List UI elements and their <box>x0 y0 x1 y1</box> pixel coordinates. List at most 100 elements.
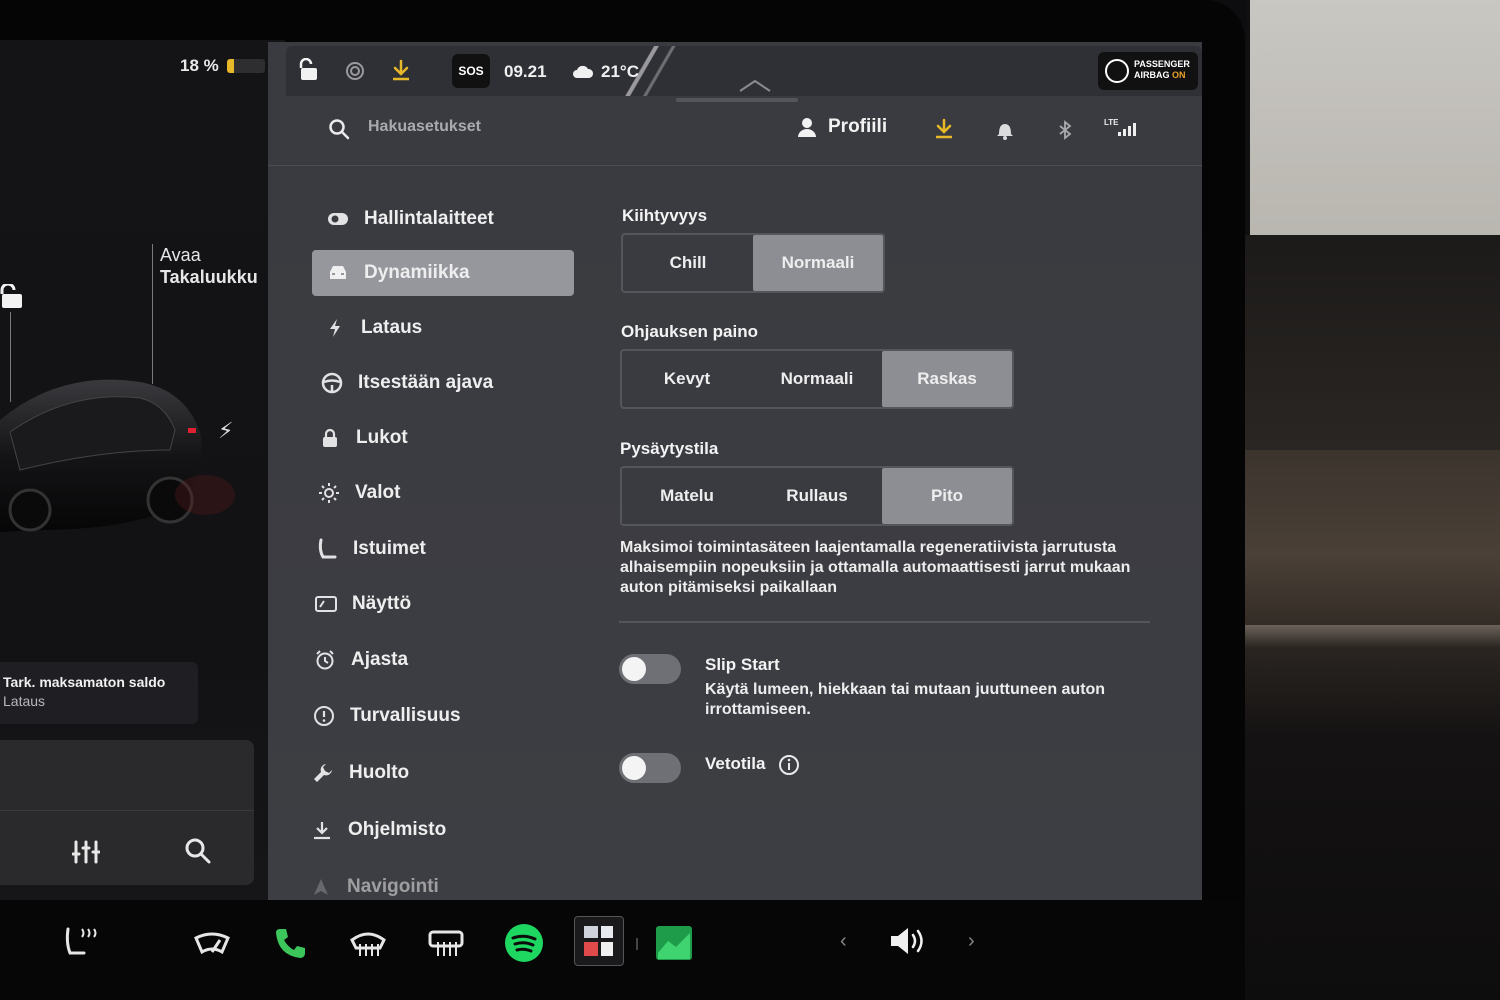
volume-up-chevron-icon[interactable]: › <box>968 930 975 953</box>
download-icon[interactable] <box>934 118 954 140</box>
front-defrost-icon[interactable] <box>344 922 392 964</box>
sidebar-item-label: Näyttö <box>352 593 412 614</box>
media-divider <box>0 810 254 811</box>
seat-heater-icon[interactable] <box>56 922 104 964</box>
acceleration-selector: Chill Normaali <box>621 233 885 293</box>
volume-icon[interactable] <box>888 924 930 958</box>
stop-mode-option-pito[interactable]: Pito <box>882 468 1012 524</box>
wrench-icon <box>297 762 349 784</box>
bluetooth-icon[interactable] <box>1058 120 1072 140</box>
sidebar-item-istuimet[interactable]: Istuimet <box>301 526 563 572</box>
sos-button[interactable]: SOS <box>452 54 490 88</box>
toggle-knob <box>622 657 646 681</box>
user-icon <box>798 118 816 137</box>
sidebar-item-lataus[interactable]: Lataus <box>309 305 571 351</box>
traction-title: Vetotila <box>705 754 766 773</box>
sidebar-item-dynamiikka[interactable]: Dynamiikka <box>312 250 574 296</box>
interior-dashboard <box>1245 235 1500 450</box>
acceleration-title: Kiihtyvyys <box>622 206 708 225</box>
sidebar-item-label: Valot <box>355 482 401 503</box>
profile-button[interactable]: Profiili <box>798 116 887 138</box>
charge-port-bolt-icon[interactable]: ⚡︎ <box>218 418 233 444</box>
sidebar-item-näyttö[interactable]: Näyttö <box>300 581 562 627</box>
sidebar-item-ohjelmisto[interactable]: Ohjelmisto <box>296 807 558 853</box>
steering-selector: Kevyt Normaali Raskas <box>620 349 1014 409</box>
software-update-icon[interactable] <box>390 58 412 82</box>
sun-icon <box>303 482 355 504</box>
open-trunk-button[interactable]: Avaa Takaluukku <box>160 244 258 288</box>
section-divider <box>619 621 1150 623</box>
sidebar-item-label: Hallintalaitteet <box>364 208 494 229</box>
settings-header: Profiili LTE <box>268 104 1202 166</box>
sidebar-item-hallintalaitteet[interactable]: Hallintalaitteet <box>312 196 574 242</box>
profile-label: Profiili <box>828 116 888 137</box>
spotify-icon[interactable] <box>500 922 548 964</box>
search-icon[interactable] <box>328 118 350 140</box>
battery-percent: 18 % <box>180 56 219 75</box>
display-icon <box>300 595 352 613</box>
airbag-line1: PASSENGER <box>1134 59 1190 69</box>
panel-drag-handle[interactable] <box>676 98 798 102</box>
sidebar-item-label: Dynamiikka <box>364 262 470 283</box>
steering-title: Ohjauksen paino <box>621 322 758 341</box>
cellular-signal-icon: LTE <box>1104 118 1138 140</box>
sidebar-item-navigointi[interactable]: Navigointi <box>295 864 557 900</box>
steering-option-raskas[interactable]: Raskas <box>882 351 1012 407</box>
rear-defrost-icon[interactable] <box>422 922 470 964</box>
volume-down-chevron-icon[interactable]: ‹ <box>840 930 847 953</box>
airbag-state: ON <box>1172 70 1186 80</box>
stop-mode-option-rullaus[interactable]: Rullaus <box>752 468 882 524</box>
unlock-icon[interactable] <box>0 284 26 310</box>
slip-start-description: Käytä lumeen, hiekkaan tai mutaan juuttu… <box>705 681 1106 718</box>
equalizer-icon[interactable] <box>72 838 100 866</box>
info-icon[interactable] <box>778 754 800 776</box>
battery-icon <box>226 59 265 73</box>
steering-option-normaali[interactable]: Normaali <box>752 351 882 407</box>
stop-mode-selector: Matelu Rullaus Pito <box>620 466 1014 526</box>
sidebar-item-label: Navigointi <box>347 876 439 897</box>
sidebar-item-label: Lataus <box>361 317 423 338</box>
phone-icon[interactable] <box>266 922 314 964</box>
info-circle-icon <box>298 705 350 727</box>
balance-title: Tark. maksamaton saldo <box>3 674 166 690</box>
sidebar-item-huolto[interactable]: Huolto <box>297 750 559 796</box>
toybox-icon[interactable] <box>574 916 624 966</box>
sidebar-item-itsestään-ajava[interactable]: Itsestään ajava <box>306 360 568 406</box>
energy-app-icon[interactable] <box>650 922 698 964</box>
navigation-icon <box>295 877 347 897</box>
steering-option-kevyt[interactable]: Kevyt <box>622 351 752 407</box>
bolt-icon <box>309 318 361 338</box>
car-icon <box>312 264 364 282</box>
traction-toggle[interactable] <box>619 753 681 783</box>
sentry-mode-icon[interactable] <box>344 60 366 82</box>
steering-wheel-icon <box>306 372 358 394</box>
interior-window <box>1250 0 1500 240</box>
sidebar-item-lukot[interactable]: Lukot <box>304 415 566 461</box>
acceleration-option-normaali[interactable]: Normaali <box>753 235 883 291</box>
notification-bell-icon[interactable] <box>996 120 1014 140</box>
media-search-icon[interactable] <box>184 837 212 865</box>
sidebar-item-label: Istuimet <box>353 538 426 559</box>
chevron-up-icon[interactable] <box>738 79 772 93</box>
sidebar-item-turvallisuus[interactable]: Turvallisuus <box>298 693 560 739</box>
sidebar-item-ajasta[interactable]: Ajasta <box>299 637 561 683</box>
slip-start-title: Slip Start <box>705 655 780 674</box>
wiper-icon[interactable] <box>188 922 236 964</box>
clock: 09.21 <box>504 62 547 81</box>
car-image <box>0 379 235 532</box>
acceleration-option-chill[interactable]: Chill <box>623 235 753 291</box>
airbag-line2: AIRBAG <box>1134 70 1170 80</box>
balance-notification[interactable]: Tark. maksamaton saldo Lataus <box>0 662 198 724</box>
download-icon <box>296 820 348 840</box>
stop-mode-description: Maksimoi toimintasäteen laajentamalla re… <box>620 539 1131 596</box>
sidebar-item-label: Huolto <box>349 762 410 783</box>
slip-start-toggle[interactable] <box>619 654 681 684</box>
search-input[interactable] <box>368 118 668 136</box>
sidebar-item-valot[interactable]: Valot <box>303 470 565 516</box>
sidebar-item-label: Itsestään ajava <box>358 372 494 393</box>
lock-status-icon[interactable] <box>298 58 320 82</box>
weather-cloud-icon <box>573 65 594 78</box>
balance-subtitle: Lataus <box>3 693 46 709</box>
interior-lower <box>1245 625 1500 1000</box>
stop-mode-option-matelu[interactable]: Matelu <box>622 468 752 524</box>
